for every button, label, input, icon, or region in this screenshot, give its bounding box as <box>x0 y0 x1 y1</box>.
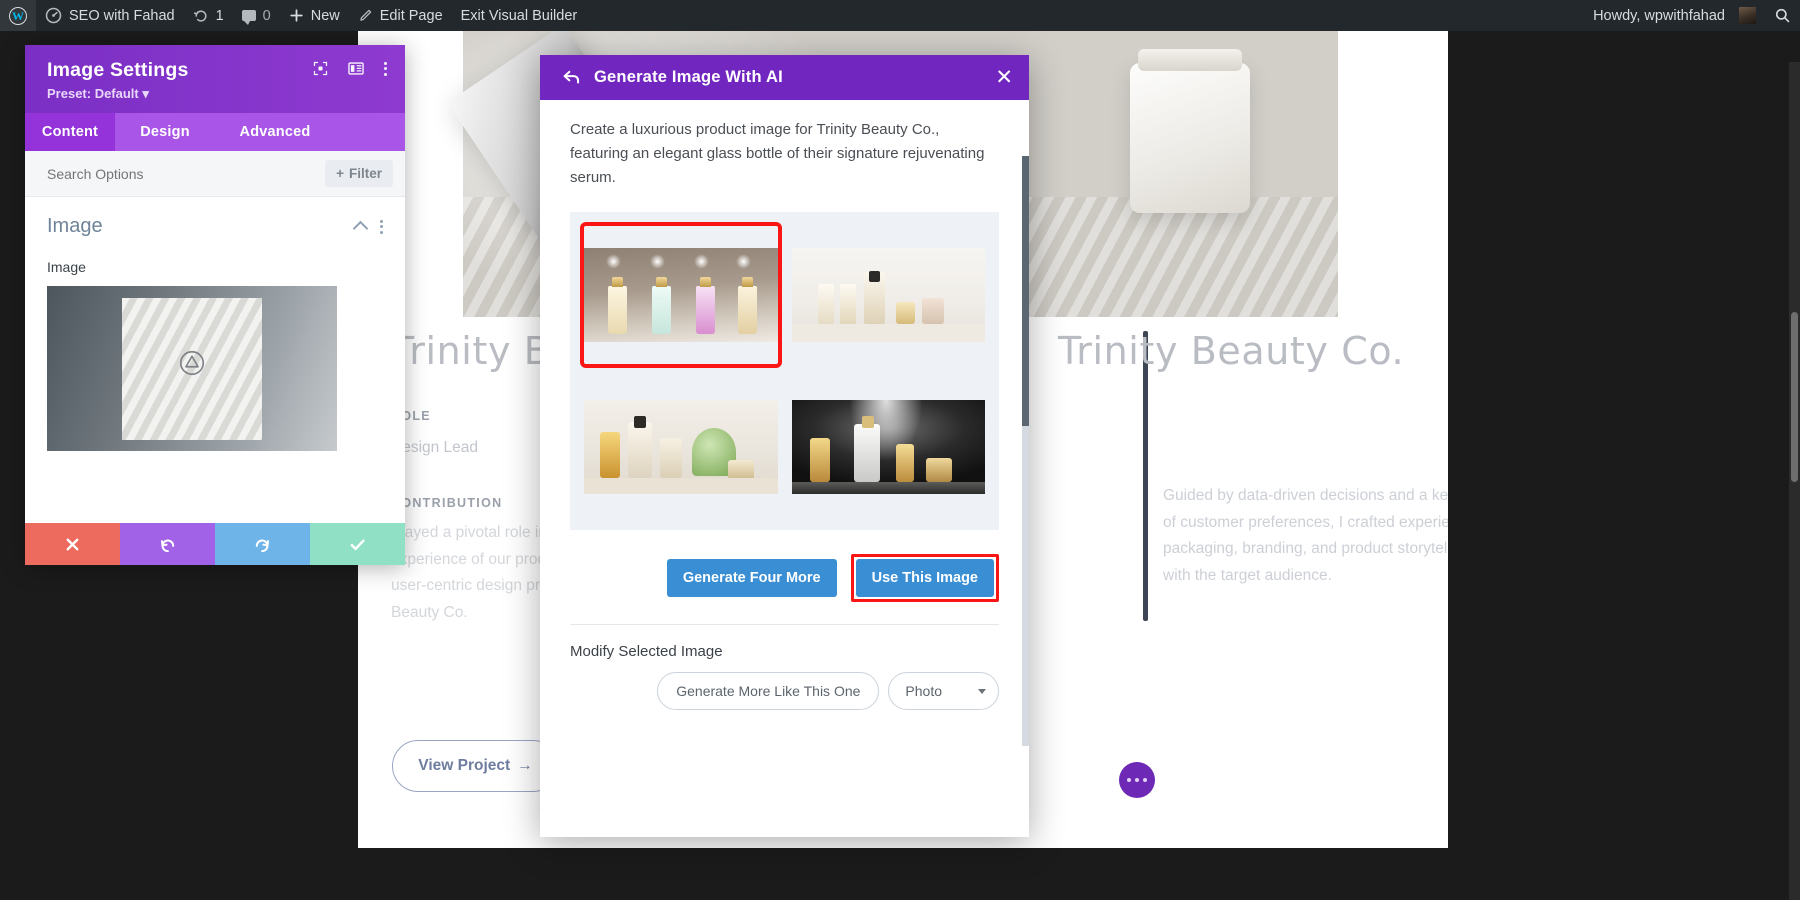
adminbar-item-edit-page[interactable]: Edit Page <box>349 0 452 31</box>
adminbar-exit-label: Exit Visual Builder <box>460 7 578 24</box>
contribution-text-right: Guided by data-driven decisions and a ke… <box>1163 487 1448 584</box>
adminbar-item-new[interactable]: New <box>280 0 349 31</box>
adminbar-item-exit-visual-builder[interactable]: Exit Visual Builder <box>452 0 587 31</box>
adminbar-item-comments[interactable]: 0 <box>233 0 280 31</box>
focus-icon[interactable] <box>313 61 328 76</box>
kebab-menu-icon[interactable] <box>380 219 383 234</box>
ai-modal-header: Generate Image With AI ✕ <box>540 55 1029 100</box>
tab-content[interactable]: Content <box>25 113 115 151</box>
adminbar-search-button[interactable] <box>1765 0 1800 31</box>
image-upload-preview[interactable] <box>47 286 337 451</box>
undo-icon <box>160 539 175 552</box>
ai-modal-scrollbar-thumb[interactable] <box>1022 156 1029 426</box>
pencil-icon <box>358 8 373 23</box>
panel-header-icons <box>313 61 387 76</box>
close-icon <box>66 538 79 550</box>
view-project-label: View Project <box>418 757 511 774</box>
filter-button[interactable]: + Filter <box>325 160 393 187</box>
ai-result-thumbnail-4[interactable] <box>791 378 985 516</box>
hero-jar-shape <box>1130 49 1250 213</box>
adminbar-revisions-count: 1 <box>215 7 224 24</box>
use-this-image-button[interactable]: Use This Image <box>855 559 994 597</box>
undo-button[interactable] <box>120 523 215 565</box>
kebab-menu-icon[interactable] <box>384 61 387 76</box>
generate-image-with-ai-modal: Generate Image With AI ✕ Create a luxuri… <box>540 55 1029 837</box>
avatar <box>1739 7 1756 24</box>
generate-more-like-this-button[interactable]: Generate More Like This One <box>657 672 880 710</box>
image-section-header: Image <box>47 215 383 238</box>
ai-result-image-3 <box>584 400 778 494</box>
image-style-value: Photo <box>905 683 942 699</box>
panel-preset-label: Preset: Default <box>47 86 139 101</box>
panel-header: Image Settings Preset: Default ▾ <box>25 45 405 113</box>
adminbar-item-site-name[interactable]: SEO with Fahad <box>36 0 184 31</box>
wordpress-logo-icon[interactable]: W <box>0 0 36 31</box>
search-options-input[interactable] <box>47 165 277 182</box>
adminbar-edit-page-label: Edit Page <box>379 7 443 24</box>
brand-logo-icon <box>179 351 205 376</box>
ai-result-thumbnail-3[interactable] <box>584 378 778 516</box>
adminbar-site-label: SEO with Fahad <box>69 7 175 24</box>
view-project-button[interactable]: View Project → <box>392 740 559 792</box>
use-this-image-highlight: Use This Image <box>850 554 999 602</box>
panel-action-bar <box>25 523 405 565</box>
image-field-label: Image <box>47 259 86 275</box>
panel-preset-selector[interactable]: Preset: Default ▾ <box>47 86 387 102</box>
ai-result-image-2 <box>791 248 985 342</box>
ai-result-image-4 <box>791 400 985 494</box>
ai-results-grid <box>570 212 999 530</box>
image-preview-thumbnail <box>122 298 262 440</box>
tab-advanced[interactable]: Advanced <box>215 113 335 151</box>
project-title-secondary: Trinity Beauty Co. <box>1058 329 1405 373</box>
revisions-icon <box>193 8 209 24</box>
ai-result-thumbnail-2[interactable] <box>791 226 985 364</box>
save-changes-button[interactable] <box>310 523 405 565</box>
chevron-up-icon[interactable] <box>352 220 369 237</box>
ellipsis-icon[interactable] <box>1119 762 1155 798</box>
plus-icon: + <box>336 166 344 181</box>
modify-controls-row: Generate More Like This One Photo <box>540 660 1029 710</box>
adminbar-new-label: New <box>310 7 340 24</box>
ai-modal-title: Generate Image With AI <box>594 68 783 86</box>
accent-rule-right <box>1143 331 1148 621</box>
redo-icon <box>255 539 270 552</box>
discard-changes-button[interactable] <box>25 523 120 565</box>
adminbar-howdy-label: Howdy, wpwithfahad <box>1593 7 1725 24</box>
comment-icon <box>241 10 256 25</box>
adminbar-item-revisions[interactable]: 1 <box>184 0 233 31</box>
speedometer-icon <box>45 7 62 24</box>
ai-modal-scrollbar[interactable] <box>1022 156 1029 746</box>
contribution-label: CONTRIBUTION <box>391 496 503 510</box>
panel-tabs: Content Design Advanced <box>25 113 405 151</box>
adminbar-account[interactable]: Howdy, wpwithfahad <box>1584 0 1765 31</box>
search-icon <box>1774 7 1791 24</box>
filter-button-label: Filter <box>348 166 382 181</box>
image-section-title: Image <box>47 215 103 237</box>
redo-button[interactable] <box>215 523 310 565</box>
adminbar-comments-count: 0 <box>262 7 271 24</box>
chevron-down-icon <box>978 688 986 694</box>
ai-prompt-text: Create a luxurious product image for Tri… <box>570 121 985 186</box>
modify-selected-image-label: Modify Selected Image <box>570 643 723 660</box>
check-icon <box>350 538 365 550</box>
arrow-right-icon: → <box>517 757 533 774</box>
ai-result-thumbnail-1[interactable] <box>580 222 782 368</box>
tab-design[interactable]: Design <box>115 113 215 151</box>
generate-four-more-button[interactable]: Generate Four More <box>666 559 837 597</box>
plus-icon <box>289 8 304 23</box>
image-section-controls <box>352 219 383 237</box>
image-style-select[interactable]: Photo <box>888 672 999 710</box>
layout-columns-icon[interactable] <box>348 61 364 76</box>
ai-modal-scroll-area: Create a luxurious product image for Tri… <box>540 100 1029 837</box>
adminbar-right-group: Howdy, wpwithfahad <box>1584 0 1800 31</box>
close-icon[interactable]: ✕ <box>995 67 1013 88</box>
back-arrow-icon[interactable] <box>562 69 581 86</box>
ai-result-image-1 <box>584 248 778 342</box>
panel-body: Image Image <box>25 197 405 523</box>
ai-action-buttons: Generate Four More Use This Image <box>570 554 999 624</box>
page-scrollbar[interactable] <box>1789 62 1800 900</box>
wp-admin-bar: W SEO with Fahad 1 0 New Edit Page Exit … <box>0 0 1800 31</box>
panel-search-row: + Filter <box>25 151 405 197</box>
image-settings-panel: Image Settings Preset: Default ▾ Content… <box>25 45 405 565</box>
